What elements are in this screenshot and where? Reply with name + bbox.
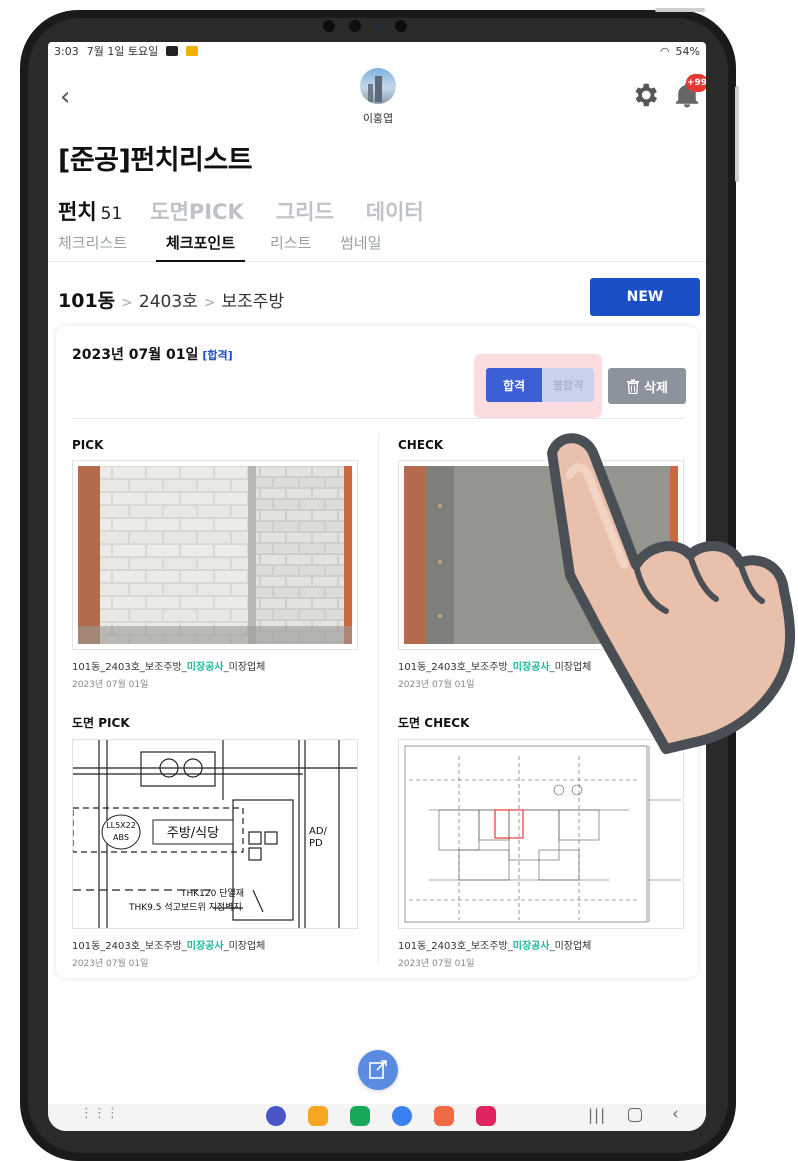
tab-drawing-pick[interactable]: 도면PICK (150, 196, 244, 226)
breadcrumb-unit[interactable]: 2403호 (139, 287, 198, 312)
drawing-check-frame[interactable] (398, 739, 684, 929)
tab-punch[interactable]: 펀치 51 (58, 196, 122, 226)
recent-apps-icon[interactable]: ||| (588, 1106, 606, 1124)
subtab-checklist[interactable]: 체크리스트 (58, 232, 127, 262)
fail-button[interactable]: 불합격 (542, 368, 594, 402)
breadcrumb-building[interactable]: 101동 (58, 286, 115, 313)
system-nav-bar (48, 1104, 706, 1131)
photo-caption: 101동_2403호_보조주방_미장공사_미장업체 (72, 937, 358, 952)
drawing-note-2: THK9.5 석고보드위 지정벽지 (128, 902, 242, 913)
camera-app-icon[interactable] (476, 1106, 496, 1126)
caption-vendor: _미장업체 (223, 941, 266, 952)
status-time: 3:03 (54, 44, 79, 58)
caption-trade: 미장공사 (186, 662, 224, 673)
trash-icon (627, 379, 640, 394)
photo-pick: PICK 101동_2403호_보조주방_미장공사_미장업체 2023년 07월… (72, 438, 358, 690)
avatar[interactable] (360, 68, 396, 104)
subtab-thumbnail[interactable]: 썸네일 (340, 232, 381, 262)
photo-date: 2023년 07월 01일 (72, 959, 149, 969)
notification-badge: +99 (686, 74, 706, 92)
drawing-ad-label: AD/ (309, 826, 328, 837)
drawing-pick-frame[interactable]: 주방/식당 LL5X22 ABS AD/ PD THK120 단열재 THK9.… (72, 739, 358, 929)
main-tabs: 펀치 51 도면PICK 그리드 데이터 (58, 196, 456, 226)
tab-data[interactable]: 데이터 (366, 196, 424, 226)
subtab-checkpoint[interactable]: 체크포인트 (156, 232, 246, 262)
volume-button (735, 86, 739, 182)
contacts-app-icon[interactable] (434, 1106, 454, 1126)
apps-grid-icon[interactable]: ⋮⋮⋮ (80, 1106, 119, 1121)
photo-caption: 101동_2403호_보조주방_미장공사_미장업체 (72, 658, 358, 673)
breadcrumb-room[interactable]: 보조주방 (222, 287, 285, 312)
punch-count: 51 (100, 204, 123, 224)
app-notification-icon (186, 46, 199, 56)
wifi-icon: ◠ (659, 44, 670, 58)
folder-app-icon[interactable] (308, 1106, 328, 1126)
breadcrumb-separator: > (203, 295, 216, 311)
page-title: [준공]펀치리스트 (58, 145, 253, 176)
nav-back-icon[interactable]: ‹ (672, 1104, 679, 1124)
front-camera (320, 14, 410, 38)
drawing-note-1: THK120 단열재 (180, 888, 244, 899)
power-button (655, 8, 705, 12)
messages-app-icon[interactable] (392, 1106, 412, 1126)
caption-trade: 미장공사 (186, 941, 224, 952)
status-badge: [합격] (202, 349, 233, 362)
caption-trade: 미장공사 (512, 941, 550, 952)
gear-icon[interactable] (630, 80, 660, 110)
username: 이홍엽 (362, 112, 394, 125)
photo-pick-frame[interactable] (72, 460, 358, 650)
caption-vendor: _미장업체 (549, 941, 592, 952)
internet-app-icon[interactable] (266, 1106, 286, 1126)
battery-level: 54% (675, 44, 700, 58)
status-bar: 3:03 7월 1일 토요일 ◠ 54% (48, 42, 706, 60)
notification-icon (166, 46, 179, 56)
tab-grid[interactable]: 그리드 (276, 196, 334, 226)
new-button[interactable]: NEW (590, 278, 700, 316)
drawing-pick-label: 도면 PICK (72, 716, 130, 730)
photo-caption: 101동_2403호_보조주방_미장공사_미장업체 (398, 937, 684, 952)
delete-label: 삭제 (644, 380, 668, 396)
caption-location: 101동_2403호_보조주방_ (72, 941, 187, 952)
photo-pick-label: PICK (72, 438, 104, 452)
photo-date: 2023년 07월 01일 (398, 959, 475, 969)
app-header: ‹ 이홍엽 +99 (48, 66, 706, 132)
pointing-hand-icon (547, 433, 795, 754)
brick-wall-photo (78, 466, 352, 644)
floor-plan-full (399, 740, 683, 928)
drawing-tag-abs: ABS (113, 833, 129, 842)
drawing-room-label: 주방/식당 (167, 826, 219, 841)
floor-plan-zoom: 주방/식당 LL5X22 ABS AD/ PD THK120 단열재 THK9.… (72, 740, 357, 928)
status-date: 7월 1일 토요일 (86, 45, 159, 58)
pass-button[interactable]: 합격 (486, 368, 542, 402)
caption-location: 101동_2403호_보조주방_ (398, 662, 513, 673)
subtab-list[interactable]: 리스트 (270, 232, 311, 262)
drawing-pd-label: PD (309, 838, 323, 849)
caption-location: 101동_2403호_보조주방_ (72, 662, 187, 673)
home-icon[interactable] (628, 1108, 642, 1122)
caption-vendor: _미장업체 (223, 662, 266, 673)
export-icon (369, 1060, 387, 1079)
delete-button[interactable]: 삭제 (608, 368, 686, 404)
card-date: 2023년 07월 01일 (72, 347, 199, 363)
caption-location: 101동_2403호_보조주방_ (398, 941, 513, 952)
share-fab-button[interactable] (358, 1050, 398, 1090)
column-divider (378, 434, 379, 964)
tab-punch-label: 펀치 (58, 200, 97, 224)
photo-date: 2023년 07월 01일 (72, 680, 149, 690)
phone-app-icon[interactable] (350, 1106, 370, 1126)
breadcrumb-separator: > (121, 295, 133, 311)
card-date-row: 2023년 07월 01일 [합격] (72, 344, 233, 364)
breadcrumb: 101동 > 2403호 > 보조주방 (58, 286, 284, 313)
sub-tabs: 체크리스트 체크포인트 리스트 썸네일 (48, 230, 706, 262)
drawing-tag: LL5X22 (106, 821, 136, 830)
drawing-pick: 도면 PICK 주방/식당 LL5X22 ABS AD/ PD THK120 단… (72, 714, 358, 969)
back-arrow-icon[interactable]: ‹ (60, 82, 70, 112)
